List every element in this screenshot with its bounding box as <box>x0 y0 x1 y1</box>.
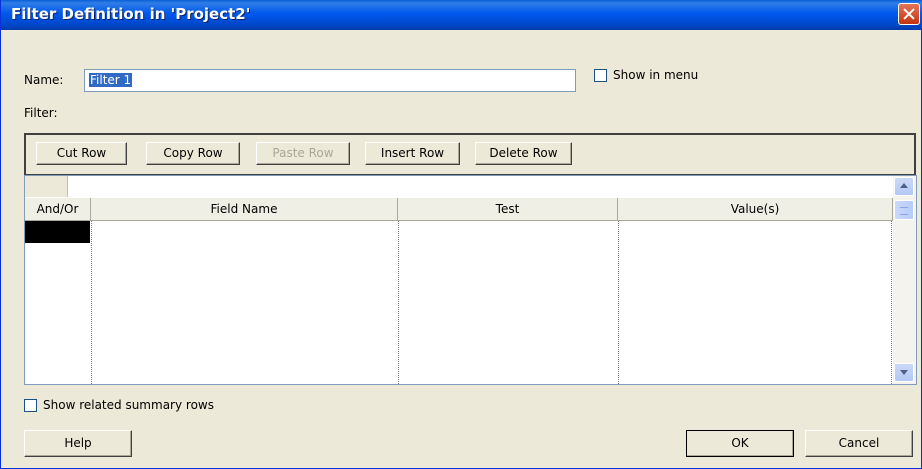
show-related-summary-checkbox[interactable] <box>24 399 37 412</box>
filter-label: Filter: <box>24 106 58 120</box>
ok-button[interactable]: OK <box>686 430 794 457</box>
name-input-value: Filter 1 <box>89 73 133 87</box>
column-header-test[interactable]: Test <box>398 198 618 221</box>
dialog-title: Filter Definition in 'Project2' <box>11 5 251 23</box>
paste-row-button[interactable]: Paste Row <box>256 142 350 165</box>
filter-definition-dialog: Filter Definition in 'Project2' Name: Fi… <box>0 0 922 469</box>
cell-edit-bar[interactable] <box>25 176 893 199</box>
cut-row-button[interactable]: Cut Row <box>36 142 127 165</box>
column-divider <box>891 221 892 384</box>
show-in-menu-checkbox[interactable] <box>594 69 607 82</box>
delete-row-button[interactable]: Delete Row <box>475 142 572 165</box>
column-divider <box>398 221 399 384</box>
show-related-summary-label: Show related summary rows <box>43 398 214 412</box>
column-divider <box>91 221 92 384</box>
column-header-values[interactable]: Value(s) <box>618 198 893 221</box>
name-label: Name: <box>24 73 64 87</box>
cancel-button[interactable]: Cancel <box>805 430 913 457</box>
filter-toolbar: Cut Row Copy Row Paste Row Insert Row De… <box>24 133 916 176</box>
name-input[interactable]: Filter 1 <box>84 69 576 92</box>
edit-bar-corner <box>25 176 68 197</box>
column-divider <box>618 221 619 384</box>
filter-grid[interactable]: And/Or Field Name Test Value(s) <box>24 175 917 385</box>
insert-row-button[interactable]: Insert Row <box>365 142 460 165</box>
title-bar[interactable]: Filter Definition in 'Project2' <box>1 0 922 30</box>
show-in-menu-label: Show in menu <box>613 68 699 82</box>
copy-row-button[interactable]: Copy Row <box>146 142 240 165</box>
column-header-field-name[interactable]: Field Name <box>91 198 398 221</box>
vertical-scrollbar[interactable] <box>893 176 916 384</box>
scroll-up-button[interactable] <box>894 177 914 196</box>
help-button[interactable]: Help <box>24 430 132 457</box>
scroll-down-button[interactable] <box>894 363 914 382</box>
column-header-and-or[interactable]: And/Or <box>25 198 91 221</box>
close-button[interactable] <box>898 3 920 25</box>
selected-cell[interactable] <box>25 221 90 243</box>
scroll-thumb[interactable] <box>894 200 914 220</box>
